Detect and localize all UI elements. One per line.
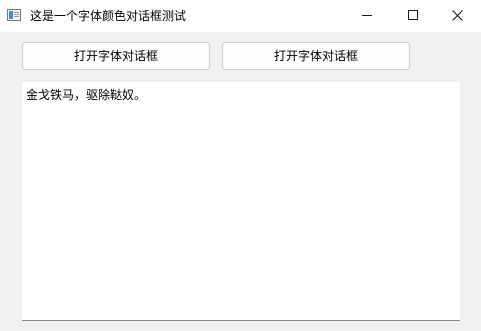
main-window: 这是一个字体颜色对话框测试 打开字体对话框 打开字体对话框 金戈铁马，驱除鞑奴。 — [0, 0, 481, 331]
window-title: 这是一个字体颜色对话框测试 — [30, 9, 187, 23]
app-window-icon — [7, 9, 21, 21]
maximize-icon — [408, 10, 418, 20]
minimize-icon — [362, 15, 372, 16]
close-icon — [452, 10, 463, 21]
editor-text: 金戈铁马，驱除鞑奴。 — [26, 88, 147, 102]
text-editor[interactable]: 金戈铁马，驱除鞑奴。 — [22, 82, 460, 321]
maximize-button[interactable] — [390, 0, 436, 32]
title-bar[interactable]: 这是一个字体颜色对话框测试 — [0, 0, 481, 32]
close-button[interactable] — [435, 0, 481, 32]
minimize-button[interactable] — [344, 0, 390, 32]
open-font-dialog-button-1[interactable]: 打开字体对话框 — [22, 42, 210, 70]
open-font-dialog-button-2[interactable]: 打开字体对话框 — [222, 42, 410, 70]
